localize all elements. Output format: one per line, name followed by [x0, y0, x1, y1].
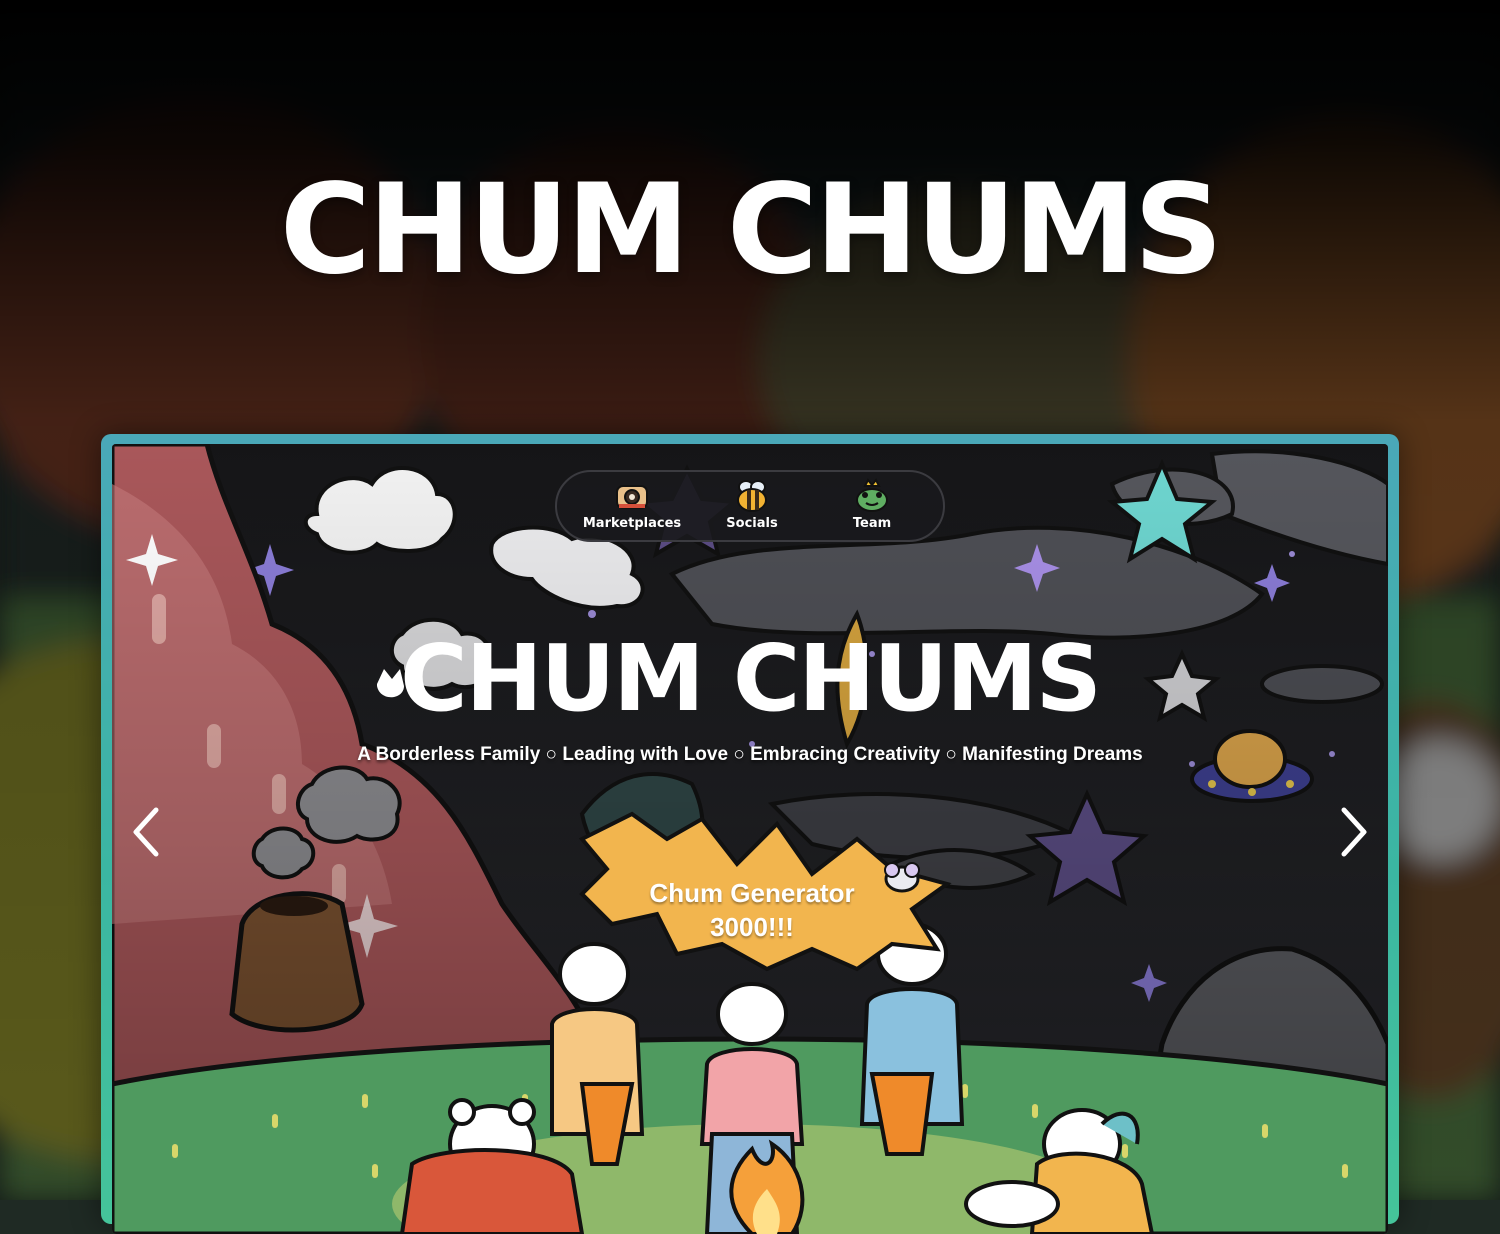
badge-line-1: Chum Generator — [649, 878, 855, 908]
nav-socials-label: Socials — [726, 516, 778, 531]
hero-title: CHUM CHUMS — [279, 158, 1223, 302]
carousel-next-arrow[interactable] — [1334, 802, 1374, 862]
nav-socials[interactable]: Socials — [692, 478, 812, 538]
nav-marketplaces[interactable]: Marketplaces — [572, 478, 692, 538]
camera-critter-icon — [616, 485, 648, 509]
website-preview: Marketplaces Socials Team CHUM CHUMS A B… — [112, 444, 1388, 1234]
campfire-illustration — [112, 444, 1388, 1234]
chum-generator-badge[interactable]: Chum Generator 3000!!! — [622, 876, 882, 944]
carousel-prev-arrow[interactable] — [126, 802, 166, 862]
nav-marketplaces-label: Marketplaces — [582, 516, 682, 531]
badge-line-2: 3000!!! — [710, 912, 794, 942]
bee-icon — [737, 480, 767, 512]
site-tagline: A Borderless Family ○ Leading with Love … — [357, 744, 1143, 765]
nav-team[interactable]: Team — [812, 478, 932, 538]
top-navigation: Marketplaces Socials Team — [555, 470, 945, 542]
site-title: CHUM CHUMS — [400, 625, 1102, 732]
frog-king-icon — [856, 478, 888, 512]
screenshot-frame: Marketplaces Socials Team CHUM CHUMS A B… — [101, 434, 1399, 1234]
nav-team-label: Team — [852, 516, 892, 531]
